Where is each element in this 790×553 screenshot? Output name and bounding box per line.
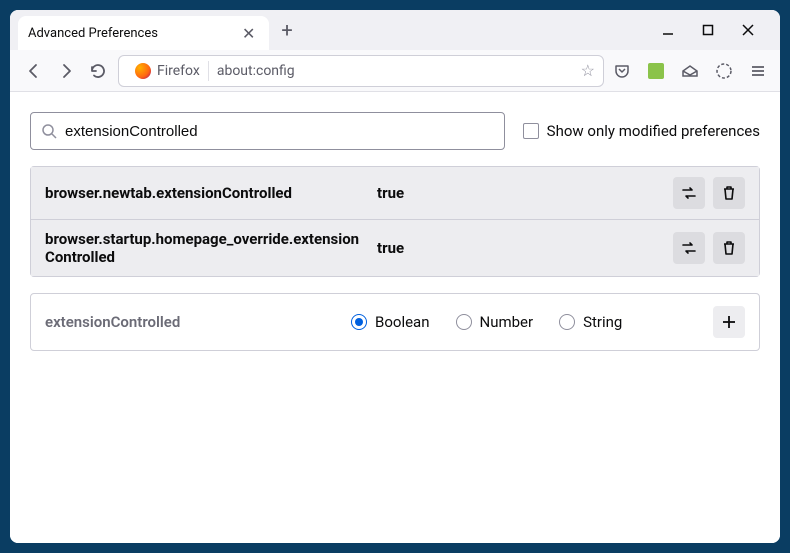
new-tab-button[interactable]: + — [273, 10, 300, 50]
pocket-icon[interactable] — [612, 61, 632, 81]
add-button[interactable] — [713, 306, 745, 338]
account-icon[interactable] — [714, 61, 734, 81]
url-bar[interactable]: Firefox about:config ☆ — [118, 55, 604, 87]
type-radio-group: Boolean Number String — [351, 313, 687, 331]
new-preference-name: extensionControlled — [45, 313, 325, 331]
preference-row: browser.newtab.extensionControlled true — [31, 167, 759, 220]
forward-button[interactable] — [54, 59, 78, 83]
site-identity[interactable]: Firefox — [127, 61, 209, 81]
preference-row: browser.startup.homepage_override.extens… — [31, 220, 759, 276]
close-window-button[interactable] — [740, 22, 756, 38]
bookmark-star-icon[interactable]: ☆ — [581, 61, 595, 80]
search-box[interactable] — [30, 112, 505, 150]
tab-active[interactable]: Advanced Preferences ✕ — [18, 16, 269, 50]
checkbox-icon — [523, 123, 539, 139]
delete-button[interactable] — [713, 232, 745, 264]
delete-button[interactable] — [713, 177, 745, 209]
close-tab-icon[interactable]: ✕ — [238, 22, 259, 45]
search-row: Show only modified preferences — [30, 112, 760, 150]
radio-label: Boolean — [375, 313, 430, 331]
new-preference-row: extensionControlled Boolean Number Strin… — [30, 293, 760, 351]
preference-table: browser.newtab.extensionControlled true … — [30, 166, 760, 277]
preference-actions — [673, 177, 745, 209]
toggle-button[interactable] — [673, 232, 705, 264]
preference-actions — [673, 232, 745, 264]
toggle-button[interactable] — [673, 177, 705, 209]
inbox-icon[interactable] — [680, 61, 700, 81]
url-text: about:config — [217, 63, 573, 79]
radio-icon — [351, 314, 367, 330]
maximize-button[interactable] — [700, 22, 716, 38]
minimize-button[interactable] — [660, 22, 676, 38]
radio-string[interactable]: String — [559, 313, 622, 331]
radio-icon — [456, 314, 472, 330]
preference-value: true — [377, 184, 661, 202]
back-button[interactable] — [22, 59, 46, 83]
search-icon — [41, 123, 57, 139]
titlebar: Advanced Preferences ✕ + — [10, 10, 780, 50]
identity-label: Firefox — [157, 63, 200, 79]
search-input[interactable] — [65, 123, 494, 140]
about-config-content: Show only modified preferences browser.n… — [10, 92, 780, 543]
radio-label: String — [583, 313, 622, 331]
menu-button[interactable] — [748, 61, 768, 81]
radio-boolean[interactable]: Boolean — [351, 313, 430, 331]
extension-badge-icon[interactable] — [646, 61, 666, 81]
tab-title: Advanced Preferences — [28, 26, 158, 41]
radio-number[interactable]: Number — [456, 313, 534, 331]
toolbar-icons — [612, 61, 768, 81]
preference-value: true — [377, 239, 661, 257]
window-controls — [660, 22, 772, 38]
checkbox-label: Show only modified preferences — [547, 122, 760, 140]
preference-name: browser.newtab.extensionControlled — [45, 184, 365, 202]
radio-icon — [559, 314, 575, 330]
reload-button[interactable] — [86, 59, 110, 83]
browser-window: Advanced Preferences ✕ + — [10, 10, 780, 543]
radio-label: Number — [480, 313, 534, 331]
firefox-logo-icon — [135, 63, 151, 79]
navigation-toolbar: Firefox about:config ☆ — [10, 50, 780, 92]
show-modified-checkbox[interactable]: Show only modified preferences — [523, 122, 760, 140]
preference-name: browser.startup.homepage_override.extens… — [45, 230, 365, 266]
